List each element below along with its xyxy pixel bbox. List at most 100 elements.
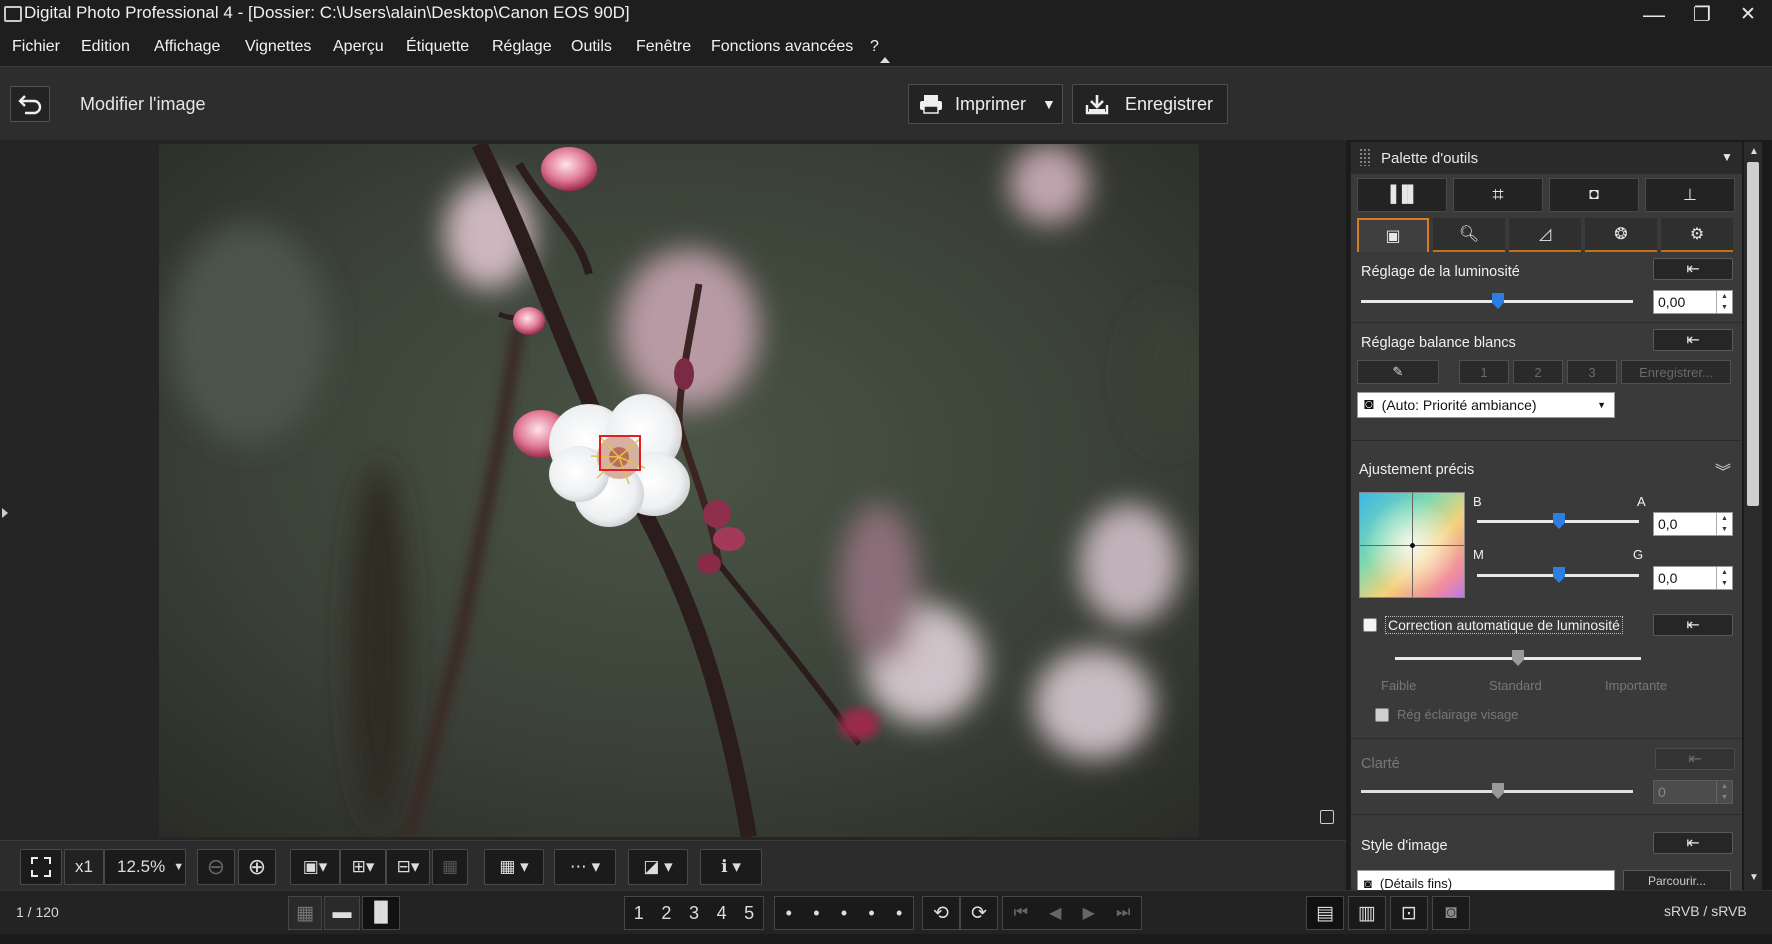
scrollbar-thumb[interactable] <box>1747 162 1759 506</box>
first-image-icon[interactable]: ⏮ <box>1014 904 1028 922</box>
menu-fichier[interactable]: Fichier <box>12 38 60 56</box>
palette-toggle-button[interactable]: ▤ <box>1306 896 1344 930</box>
zoom-level-select[interactable]: 12.5% ▼ <box>104 849 186 885</box>
zoom-out-button[interactable]: ⊖ <box>197 849 235 885</box>
af-point-button[interactable]: ⋯ ▾ <box>554 849 616 885</box>
scroll-up-icon[interactable]: ▲ <box>1749 146 1759 157</box>
rating-2[interactable]: 2 <box>661 903 671 924</box>
brightness-slider-thumb[interactable] <box>1492 293 1504 309</box>
brightness-reset-button[interactable]: ⇤ <box>1653 258 1733 280</box>
spinner-arrows-icon[interactable]: ▲ ▼ <box>1716 567 1732 589</box>
tab-settings[interactable]: ⚙ <box>1661 218 1733 252</box>
last-image-icon[interactable]: ⏭ <box>1116 904 1130 922</box>
menu-help[interactable]: ? <box>870 38 879 56</box>
ba-slider-thumb[interactable] <box>1553 513 1565 529</box>
highlight-warning-button[interactable]: ◪ ▾ <box>628 849 688 885</box>
fit-screen-button[interactable] <box>20 849 62 885</box>
minimize-button[interactable]: — <box>1632 0 1676 30</box>
menu-fonctions-avancees[interactable]: Fonctions avancées <box>711 38 853 56</box>
grid-overlay-button[interactable]: ▦ ▾ <box>484 849 544 885</box>
compare-vertical-button[interactable]: ⊞▾ <box>340 849 386 885</box>
next-image-icon[interactable]: ▶ <box>1083 903 1095 923</box>
star-dot-1[interactable]: • <box>786 903 792 924</box>
color-grid-point[interactable] <box>1410 543 1415 548</box>
eyedropper-button[interactable]: ✎ <box>1357 360 1439 384</box>
filmstrip-view-button[interactable]: ▬ <box>324 896 360 930</box>
collapse-section-icon[interactable]: ︾ <box>1715 458 1731 482</box>
menu-etiquette[interactable]: Étiquette <box>406 38 469 56</box>
picture-style-browse-button[interactable]: Parcourir... <box>1623 870 1731 890</box>
save-button[interactable]: Enregistrer <box>1072 84 1228 124</box>
single-view-button[interactable]: ▣▾ <box>290 849 340 885</box>
histogram-toggle-button[interactable]: ▥ <box>1348 896 1386 930</box>
collapse-arrow-icon[interactable] <box>880 57 890 63</box>
picture-style-reset-button[interactable]: ⇤ <box>1653 832 1733 854</box>
photo-preview[interactable] <box>159 144 1199 837</box>
zoom-in-button[interactable]: ⊕ <box>238 849 276 885</box>
auto-lighting-slider-thumb[interactable] <box>1512 650 1524 666</box>
drag-handle-icon[interactable] <box>1359 148 1371 166</box>
brightness-input[interactable]: 0,00 ▲ ▼ <box>1653 290 1733 314</box>
star-dot-5[interactable]: • <box>896 903 902 924</box>
mg-slider-thumb[interactable] <box>1553 567 1565 583</box>
star-dot-2[interactable]: • <box>813 903 819 924</box>
left-panel-toggle-icon[interactable] <box>2 508 8 518</box>
rating-3[interactable]: 3 <box>689 903 699 924</box>
wb-register-button[interactable]: Enregistrer... <box>1621 360 1731 384</box>
menu-edition[interactable]: Edition <box>81 38 130 56</box>
tab-tone-curve[interactable]: ◿ <box>1509 218 1581 252</box>
tab-color[interactable]: ❂ <box>1585 218 1657 252</box>
print-dropdown-icon[interactable]: ▼ <box>1042 96 1056 112</box>
auto-lighting-reset-button[interactable]: ⇤ <box>1653 614 1733 636</box>
palette-scrollbar[interactable]: ▲ ▼ <box>1744 142 1762 890</box>
af-toggle-button[interactable]: ⊡ <box>1390 896 1428 930</box>
spinner-arrows-icon[interactable]: ▲ ▼ <box>1716 513 1732 535</box>
image-viewer[interactable] <box>0 140 1346 840</box>
white-balance-reset-button[interactable]: ⇤ <box>1653 329 1733 351</box>
star-dot-4[interactable]: • <box>868 903 874 924</box>
palette-menu-icon[interactable]: ▼ <box>1721 150 1733 164</box>
auto-lighting-checkbox[interactable] <box>1363 618 1377 632</box>
rating-1[interactable]: 1 <box>634 903 644 924</box>
clarity-reset-button[interactable]: ⇤ <box>1655 748 1735 770</box>
sync-view-button[interactable]: ▦ <box>432 849 468 885</box>
tab-output[interactable]: ⊥ <box>1645 178 1735 212</box>
spinner-arrows-icon[interactable]: ▲ ▼ <box>1716 781 1732 803</box>
maximize-button[interactable]: ❐ <box>1680 0 1724 30</box>
menu-affichage[interactable]: Affichage <box>154 38 220 56</box>
color-grid-picker[interactable] <box>1359 492 1465 598</box>
back-button[interactable] <box>10 86 50 122</box>
wb-preset-select[interactable]: ◙ (Auto: Priorité ambiance) ▼ <box>1357 392 1615 418</box>
tab-dust-removal[interactable]: ◘ <box>1549 178 1639 212</box>
clarity-slider-thumb[interactable] <box>1492 783 1504 799</box>
camera-info-button[interactable]: ◙ <box>1432 896 1470 930</box>
info-display-button[interactable]: ℹ ▾ <box>700 849 762 885</box>
mg-input[interactable]: 0,0 ▲ ▼ <box>1653 566 1733 590</box>
rotate-left-button[interactable]: ⟲ <box>922 896 960 930</box>
menu-vignettes[interactable]: Vignettes <box>245 38 311 56</box>
picture-style-select[interactable]: ◙ (Détails fins) <box>1357 870 1615 890</box>
wb-slot-3[interactable]: 3 <box>1567 360 1617 384</box>
menu-apercu[interactable]: Aperçu <box>333 38 384 56</box>
rotate-right-button[interactable]: ⟳ <box>960 896 998 930</box>
tab-basic-adjust[interactable]: ▐▐▌ <box>1357 178 1447 212</box>
close-button[interactable]: ✕ <box>1726 0 1770 30</box>
edit-view-button[interactable]: ▐▌ <box>362 896 400 930</box>
previous-image-icon[interactable]: ◀ <box>1049 903 1061 923</box>
print-button[interactable]: Imprimer ▼ <box>908 84 1063 124</box>
thumbnail-view-button[interactable]: ▦ <box>288 896 322 930</box>
tab-brightness[interactable]: ▣ <box>1357 218 1429 252</box>
face-lighting-checkbox[interactable] <box>1375 708 1389 722</box>
tab-crop[interactable]: ⌗ <box>1453 178 1543 212</box>
zoom-x1-button[interactable]: x1 <box>64 849 104 885</box>
scroll-down-icon[interactable]: ▼ <box>1749 872 1759 883</box>
menu-reglage[interactable]: Réglage <box>492 38 552 56</box>
clarity-input[interactable]: 0 ▲ ▼ <box>1653 780 1733 804</box>
spinner-arrows-icon[interactable]: ▲ ▼ <box>1716 291 1732 313</box>
wb-slot-1[interactable]: 1 <box>1459 360 1509 384</box>
auto-lighting-label[interactable]: Correction automatique de luminosité <box>1385 616 1623 634</box>
ba-input[interactable]: 0,0 ▲ ▼ <box>1653 512 1733 536</box>
menu-fenetre[interactable]: Fenêtre <box>636 38 691 56</box>
palette-header[interactable]: Palette d'outils ▼ <box>1351 142 1742 174</box>
rating-5[interactable]: 5 <box>744 903 754 924</box>
